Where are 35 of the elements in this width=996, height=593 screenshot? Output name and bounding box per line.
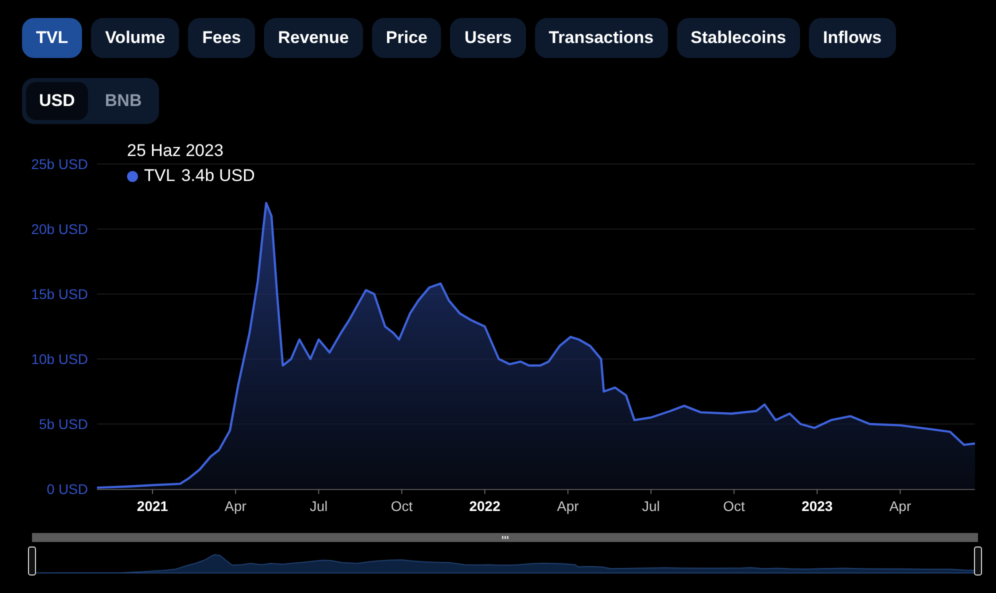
- tooltip-date: 25 Haz 2023: [127, 141, 224, 161]
- navigator-scrollbar[interactable]: [32, 533, 978, 542]
- metric-tab[interactable]: Price: [372, 18, 442, 58]
- series-dot: [127, 170, 138, 182]
- metric-tab[interactable]: TVL: [22, 18, 82, 58]
- x-axis-label: 2021: [136, 498, 168, 514]
- y-axis-label: 25b USD: [31, 156, 88, 172]
- y-axis-label: 15b USD: [31, 286, 88, 302]
- grip-icon[interactable]: [502, 536, 508, 539]
- range-handle[interactable]: [974, 546, 982, 576]
- y-axis-label: 10b USD: [31, 351, 88, 367]
- currency-option[interactable]: BNB: [92, 82, 155, 120]
- x-axis-label: Oct: [723, 498, 745, 514]
- x-axis-label: Apr: [557, 498, 579, 514]
- y-axis-label: 0 USD: [46, 481, 88, 497]
- x-axis-label: Apr: [889, 498, 912, 514]
- metric-tab[interactable]: Volume: [91, 18, 180, 58]
- metric-tab[interactable]: Fees: [188, 18, 255, 58]
- metric-tab[interactable]: Inflows: [809, 18, 896, 58]
- range-handle[interactable]: [28, 546, 36, 576]
- tooltip-value: 3.4b USD: [181, 166, 255, 186]
- metric-tab[interactable]: Users: [450, 18, 526, 58]
- metric-tab[interactable]: Transactions: [534, 18, 668, 58]
- x-axis-label: 2022: [469, 498, 500, 514]
- x-axis-label: 2023: [802, 498, 833, 514]
- x-axis-label: Jul: [310, 498, 328, 514]
- currency-option[interactable]: USD: [26, 82, 88, 120]
- tooltip-series: TVL: [144, 166, 176, 186]
- metric-tab[interactable]: Stablecoins: [676, 18, 800, 58]
- metric-tab[interactable]: Revenue: [264, 18, 363, 58]
- y-axis-label: 5b USD: [38, 416, 88, 432]
- y-axis-label: 20b USD: [31, 221, 88, 237]
- x-axis-label: Apr: [224, 498, 246, 514]
- x-axis-label: Jul: [642, 498, 660, 514]
- x-axis-label: Oct: [390, 498, 413, 514]
